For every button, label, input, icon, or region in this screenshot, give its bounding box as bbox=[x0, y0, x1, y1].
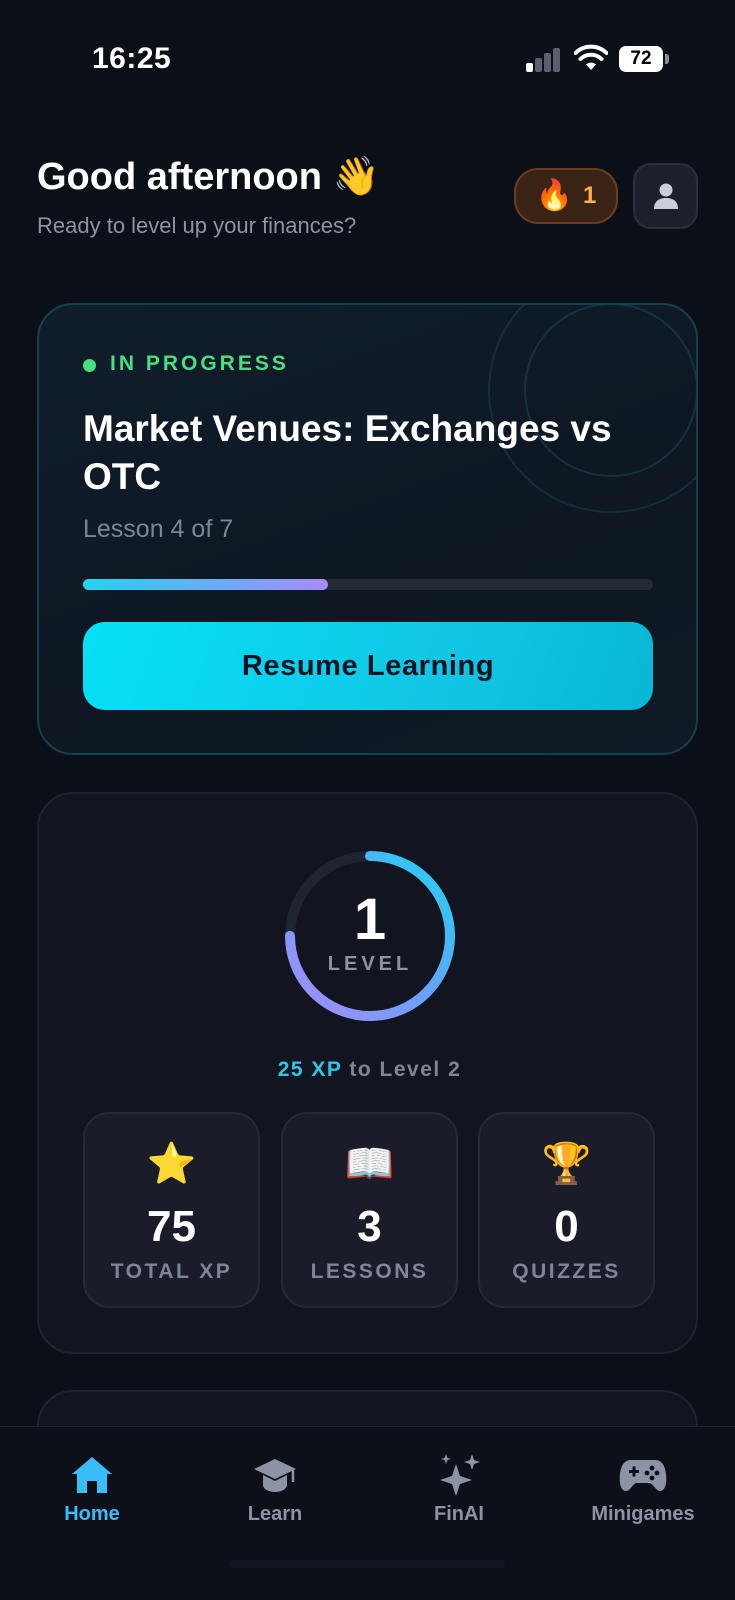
stat-label: TOTAL XP bbox=[110, 1260, 233, 1283]
xp-suffix: to Level 2 bbox=[342, 1058, 462, 1081]
course-progress-bar bbox=[83, 579, 653, 590]
stat-label: QUIZZES bbox=[512, 1260, 621, 1283]
greeting-subtitle: Ready to level up your finances? bbox=[37, 213, 357, 238]
tab-label: FinAI bbox=[434, 1503, 484, 1525]
status-time: 16:25 bbox=[92, 42, 172, 75]
stat-value: 3 bbox=[357, 1202, 382, 1251]
streak-count: 1 bbox=[583, 182, 597, 209]
resume-learning-button[interactable]: Resume Learning bbox=[83, 622, 653, 710]
cellular-signal-icon bbox=[526, 48, 562, 72]
xp-to-next-level: 25 XP to Level 2 bbox=[39, 1058, 700, 1082]
level-label: LEVEL bbox=[327, 953, 413, 975]
xp-amount: 25 XP bbox=[277, 1058, 343, 1081]
continue-learning-card: IN PROGRESS Market Venues: Exchanges vs … bbox=[37, 303, 698, 755]
stat-value: 75 bbox=[147, 1202, 196, 1251]
stat-total-xp[interactable]: ⭐ 75 TOTAL XP bbox=[83, 1112, 260, 1308]
home-indicator bbox=[230, 1560, 505, 1568]
course-title: Market Venues: Exchanges vs OTC bbox=[83, 408, 612, 497]
profile-button[interactable] bbox=[633, 163, 698, 229]
graduation-cap-icon bbox=[251, 1453, 299, 1497]
tab-label: Minigames bbox=[591, 1503, 695, 1525]
stat-value: 0 bbox=[554, 1202, 579, 1251]
level-card: 1 LEVEL 25 XP to Level 2 ⭐ 75 TOTAL XP 📖… bbox=[37, 792, 698, 1354]
home-icon bbox=[68, 1453, 116, 1497]
status-dot bbox=[83, 359, 96, 372]
stat-lessons[interactable]: 📖 3 LESSONS bbox=[281, 1112, 458, 1308]
wifi-icon bbox=[574, 44, 608, 70]
sparkles-icon bbox=[435, 1453, 483, 1497]
course-progress-fill bbox=[83, 579, 329, 590]
tab-learn[interactable]: Learn bbox=[225, 1427, 325, 1547]
tab-label: Learn bbox=[247, 1503, 303, 1525]
trophy-icon: 🏆 bbox=[541, 1142, 592, 1186]
streak-badge[interactable]: 🔥 1 bbox=[514, 168, 618, 224]
battery-level: 72 bbox=[619, 46, 663, 72]
lesson-counter: Lesson 4 of 7 bbox=[83, 515, 234, 543]
stat-label: LESSONS bbox=[310, 1260, 429, 1283]
stat-quizzes[interactable]: 🏆 0 QUIZZES bbox=[478, 1112, 655, 1308]
flame-icon: 🔥 bbox=[535, 179, 573, 212]
tab-finai[interactable]: FinAI bbox=[409, 1427, 509, 1547]
star-icon: ⭐ bbox=[146, 1142, 197, 1186]
user-icon bbox=[653, 183, 678, 209]
level-number: 1 bbox=[353, 887, 387, 952]
battery-icon: 72 bbox=[619, 46, 669, 72]
book-icon: 📖 bbox=[344, 1142, 395, 1186]
greeting-title: Good afternoon 👋 bbox=[37, 156, 380, 198]
tab-label: Home bbox=[64, 1503, 120, 1525]
bottom-tab-bar: Home Learn FinAI Minigames bbox=[0, 1426, 735, 1600]
gamepad-icon bbox=[619, 1453, 667, 1497]
tab-minigames[interactable]: Minigames bbox=[578, 1427, 708, 1547]
tab-home[interactable]: Home bbox=[42, 1427, 142, 1547]
status-bar: 16:25 72 bbox=[0, 0, 735, 120]
progress-status-label: IN PROGRESS bbox=[110, 352, 289, 375]
